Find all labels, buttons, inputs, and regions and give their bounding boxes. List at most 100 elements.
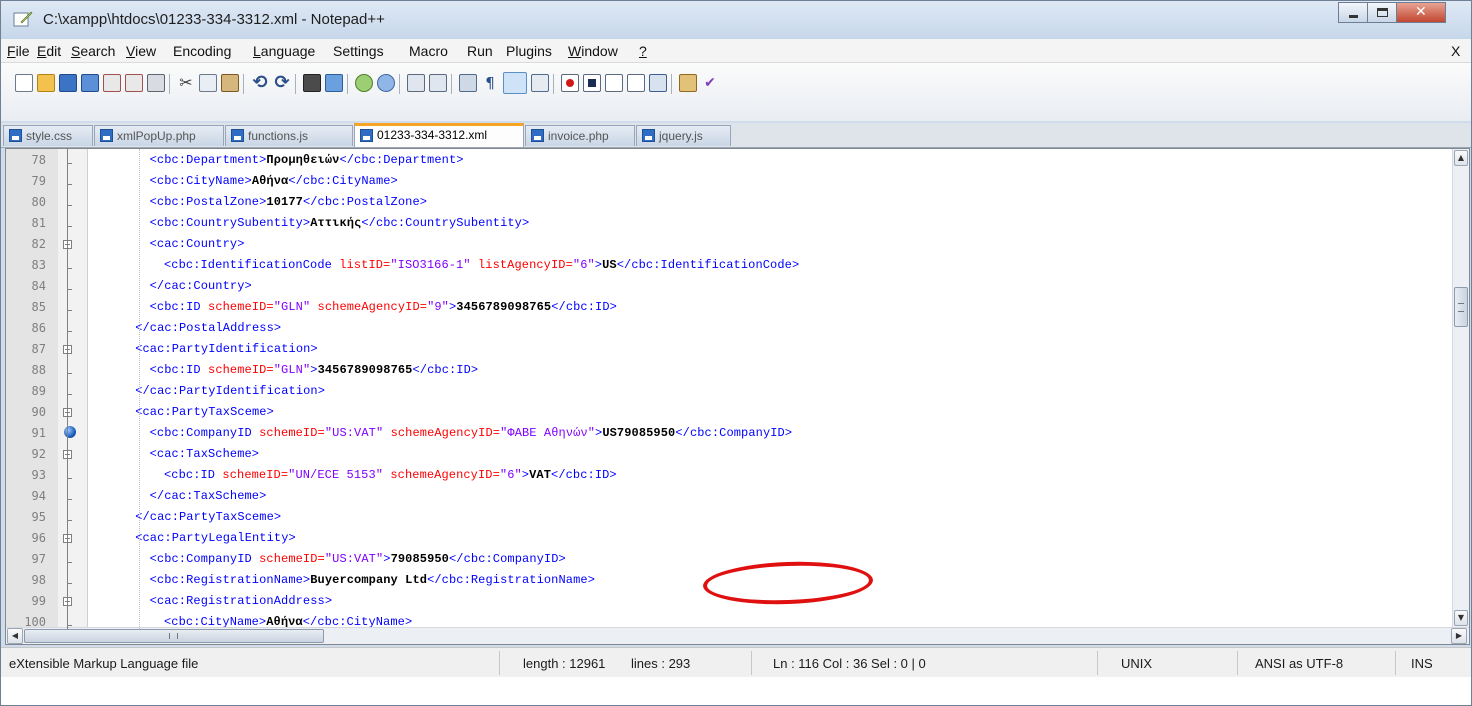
tab-functions-js[interactable]: functions.js xyxy=(225,125,353,146)
close-button[interactable]: ✕ xyxy=(1396,2,1446,23)
code-line[interactable]: <cac:PartyLegalEntity> xyxy=(135,531,296,545)
menu-close-document[interactable]: X xyxy=(1451,43,1460,59)
code-line[interactable]: </cac:TaxScheme> xyxy=(150,489,267,503)
code-line[interactable]: <cbc:ID schemeID="GLN" schemeAgencyID="9… xyxy=(150,300,617,314)
scroll-left-arrow-icon[interactable]: ◀ xyxy=(7,628,23,644)
close-all-icon[interactable] xyxy=(125,74,143,92)
tab-jquery-js[interactable]: jquery.js xyxy=(636,125,731,146)
code-token: <cac:PartyIdentification> xyxy=(135,342,318,356)
save-macro-icon[interactable] xyxy=(649,74,667,92)
tab-xmlpopup-php[interactable]: xmlPopUp.php xyxy=(94,125,224,146)
vertical-scroll-thumb[interactable] xyxy=(1454,287,1468,327)
code-token: schemeID= xyxy=(222,468,289,482)
code-token: schemeID= xyxy=(259,552,325,566)
code-line[interactable]: <cac:PartyTaxSceme> xyxy=(135,405,274,419)
stop-macro-icon[interactable] xyxy=(583,74,601,92)
zoom-in-icon[interactable] xyxy=(355,74,373,92)
menu-window[interactable]: Window xyxy=(568,43,618,59)
print-icon[interactable] xyxy=(147,74,165,92)
code-line[interactable]: </cac:Country> xyxy=(150,279,252,293)
code-token: <cbc:CompanyID xyxy=(149,426,260,440)
show-all-chars-icon[interactable]: ¶ xyxy=(481,74,499,92)
vertical-scrollbar[interactable]: ▲ ▼ xyxy=(1452,149,1469,628)
line-number: 91 xyxy=(31,426,46,440)
code-line[interactable]: <cac:RegistrationAddress> xyxy=(150,594,333,608)
line-number: 90 xyxy=(31,405,46,419)
code-line[interactable]: <cbc:RegistrationName>Buyercompany Ltd</… xyxy=(150,573,595,587)
code-line[interactable]: <cbc:CityName>Αθήνα</cbc:CityName> xyxy=(150,174,398,188)
status-insert-mode: INS xyxy=(1411,656,1433,671)
launch-icon[interactable] xyxy=(679,74,697,92)
scroll-down-arrow-icon[interactable]: ▼ xyxy=(1454,610,1468,626)
minimize-button[interactable] xyxy=(1338,2,1368,23)
maximize-button[interactable] xyxy=(1367,2,1397,23)
code-line[interactable]: <cbc:CountrySubentity>Αττικής</cbc:Count… xyxy=(150,216,530,230)
find-icon[interactable] xyxy=(303,74,321,92)
menu-run[interactable]: Run xyxy=(467,43,493,59)
save-all-icon[interactable] xyxy=(81,74,99,92)
code-line[interactable]: </cac:PartyTaxSceme> xyxy=(135,510,281,524)
undo-icon[interactable]: ⟲ xyxy=(251,74,269,92)
horizontal-scroll-thumb[interactable] xyxy=(24,629,324,643)
status-encoding: ANSI as UTF-8 xyxy=(1255,656,1344,671)
code-line[interactable]: <cac:Country> xyxy=(150,237,245,251)
menu-search[interactable]: Search xyxy=(71,43,115,59)
menu-encoding[interactable]: Encoding xyxy=(173,43,231,59)
new-icon[interactable] xyxy=(15,74,33,92)
grip-icon xyxy=(1458,303,1464,312)
paste-icon[interactable] xyxy=(221,74,239,92)
scroll-right-arrow-icon[interactable]: ▶ xyxy=(1451,628,1467,644)
code-line[interactable]: <cbc:IdentificationCode listID="ISO3166-… xyxy=(164,258,799,272)
doc-map-icon[interactable] xyxy=(531,74,549,92)
scroll-up-arrow-icon[interactable]: ▲ xyxy=(1454,150,1468,166)
play-macro-icon[interactable] xyxy=(605,74,623,92)
save-icon[interactable] xyxy=(59,74,77,92)
bookmark-icon[interactable] xyxy=(64,426,76,438)
record-macro-icon[interactable] xyxy=(561,74,579,92)
code-line[interactable]: <cac:PartyIdentification> xyxy=(135,342,318,356)
menu-plugins[interactable]: Plugins xyxy=(506,43,552,59)
menu-edit[interactable]: Edit xyxy=(37,43,61,59)
tab-style-css[interactable]: style.css xyxy=(3,125,93,146)
code-token: VAT xyxy=(529,468,552,482)
status-separator xyxy=(1237,651,1238,675)
tab-invoice-php[interactable]: invoice.php xyxy=(525,125,635,146)
code-editor[interactable]: 78 79 80 81 82 83 84 85 86 87 88 89 90 91 92 93 94 95 96 97… xyxy=(5,148,1470,645)
word-wrap-icon[interactable] xyxy=(459,74,477,92)
cut-icon[interactable]: ✂ xyxy=(177,74,195,92)
menu-view[interactable]: View xyxy=(126,43,156,59)
menu-settings[interactable]: Settings xyxy=(333,43,384,59)
fold-margin[interactable] xyxy=(58,149,88,644)
spellcheck-icon[interactable]: ✔ xyxy=(701,74,719,92)
indent-guide-icon[interactable] xyxy=(503,72,527,94)
line-number: 84 xyxy=(31,279,46,293)
code-line[interactable]: <cac:TaxScheme> xyxy=(150,447,260,461)
code-line[interactable]: <cbc:PostalZone>10177</cbc:PostalZone> xyxy=(150,195,427,209)
tab-01233-334-3312-xml[interactable]: 01233-334-3312.xml xyxy=(354,123,524,147)
menu-language[interactable]: Language xyxy=(253,43,315,59)
copy-icon[interactable] xyxy=(199,74,217,92)
toolbar-separator xyxy=(399,74,400,94)
code-line[interactable]: </cac:PostalAddress> xyxy=(135,321,281,335)
menu-file[interactable]: File xyxy=(7,43,30,59)
toolbar-separator xyxy=(553,74,554,94)
open-icon[interactable] xyxy=(37,74,55,92)
zoom-out-icon[interactable] xyxy=(377,74,395,92)
sync-horizontal-icon[interactable] xyxy=(429,74,447,92)
code-line[interactable]: </cac:PartyIdentification> xyxy=(135,384,325,398)
run-macro-multiple-icon[interactable] xyxy=(627,74,645,92)
close-icon[interactable] xyxy=(103,74,121,92)
redo-icon[interactable]: ⟳ xyxy=(273,74,291,92)
code-line[interactable]: <cbc:ID schemeID="UN/ECE 5153" schemeAge… xyxy=(164,468,617,482)
code-line[interactable]: <cbc:Department>Προμηθειών</cbc:Departme… xyxy=(150,153,464,167)
code-line[interactable]: <cbc:CompanyID schemeID="US:VAT">7908595… xyxy=(150,552,566,566)
code-token: <cbc:CountrySubentity> xyxy=(149,216,311,230)
sync-vertical-icon[interactable] xyxy=(407,74,425,92)
code-line[interactable]: <cbc:CompanyID schemeID="US:VAT" schemeA… xyxy=(150,426,793,440)
replace-icon[interactable] xyxy=(325,74,343,92)
horizontal-scrollbar[interactable]: ◀ ▶ xyxy=(6,627,1469,644)
menu-macro[interactable]: Macro xyxy=(409,43,448,59)
title-bar[interactable]: C:\xampp\htdocs\01233-334-3312.xml - Not… xyxy=(1,1,1471,39)
code-line[interactable]: <cbc:ID schemeID="GLN">3456789098765</cb… xyxy=(150,363,479,377)
menu-help[interactable]: ? xyxy=(639,43,647,59)
